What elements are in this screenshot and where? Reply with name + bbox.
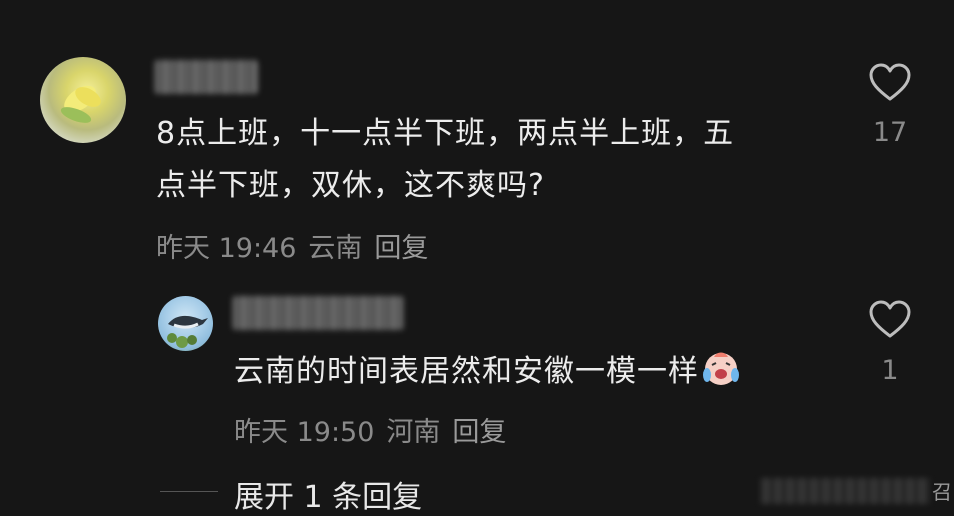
- avatar[interactable]: [158, 296, 213, 351]
- like-count: 17: [872, 117, 908, 148]
- reply-button[interactable]: 回复: [452, 417, 506, 448]
- flower-avatar-image: [60, 85, 101, 123]
- comment-text-line-1: 8点上班，十一点半下班，两点半上班，五: [156, 116, 735, 151]
- blurred-username[interactable]: [232, 296, 404, 330]
- edge-text: 召: [932, 480, 952, 504]
- divider: [160, 491, 218, 492]
- reply-button[interactable]: 回复: [374, 233, 428, 264]
- like-count: 1: [881, 355, 899, 386]
- reply-comment-text: 云南的时间表居然和安徽一模一样: [234, 346, 741, 398]
- comment-time: 昨天 19:46: [156, 233, 297, 264]
- avatar[interactable]: [40, 57, 126, 143]
- comment-location: 河南: [386, 417, 441, 448]
- comment-text-line-2: 点半下班，双休，这不爽吗?: [156, 168, 545, 203]
- reply-comment-body: 云南的时间表居然和安徽一模一样: [234, 354, 699, 389]
- comment-meta: 昨天 19:50 河南 回复: [234, 410, 518, 449]
- crying-laughing-emoji: [701, 349, 741, 387]
- heart-outline-icon[interactable]: [868, 299, 912, 339]
- blurred-username[interactable]: [154, 60, 258, 94]
- blurred-watermark: [760, 478, 930, 504]
- comment-location: 云南: [308, 233, 363, 264]
- comment-meta: 昨天 19:46 云南 回复: [156, 226, 440, 265]
- heart-outline-icon[interactable]: [868, 62, 912, 102]
- comment-time: 昨天 19:50: [234, 417, 375, 448]
- bird-avatar-image: [167, 315, 208, 348]
- expand-replies-button[interactable]: 展开 1 条回复: [234, 472, 422, 516]
